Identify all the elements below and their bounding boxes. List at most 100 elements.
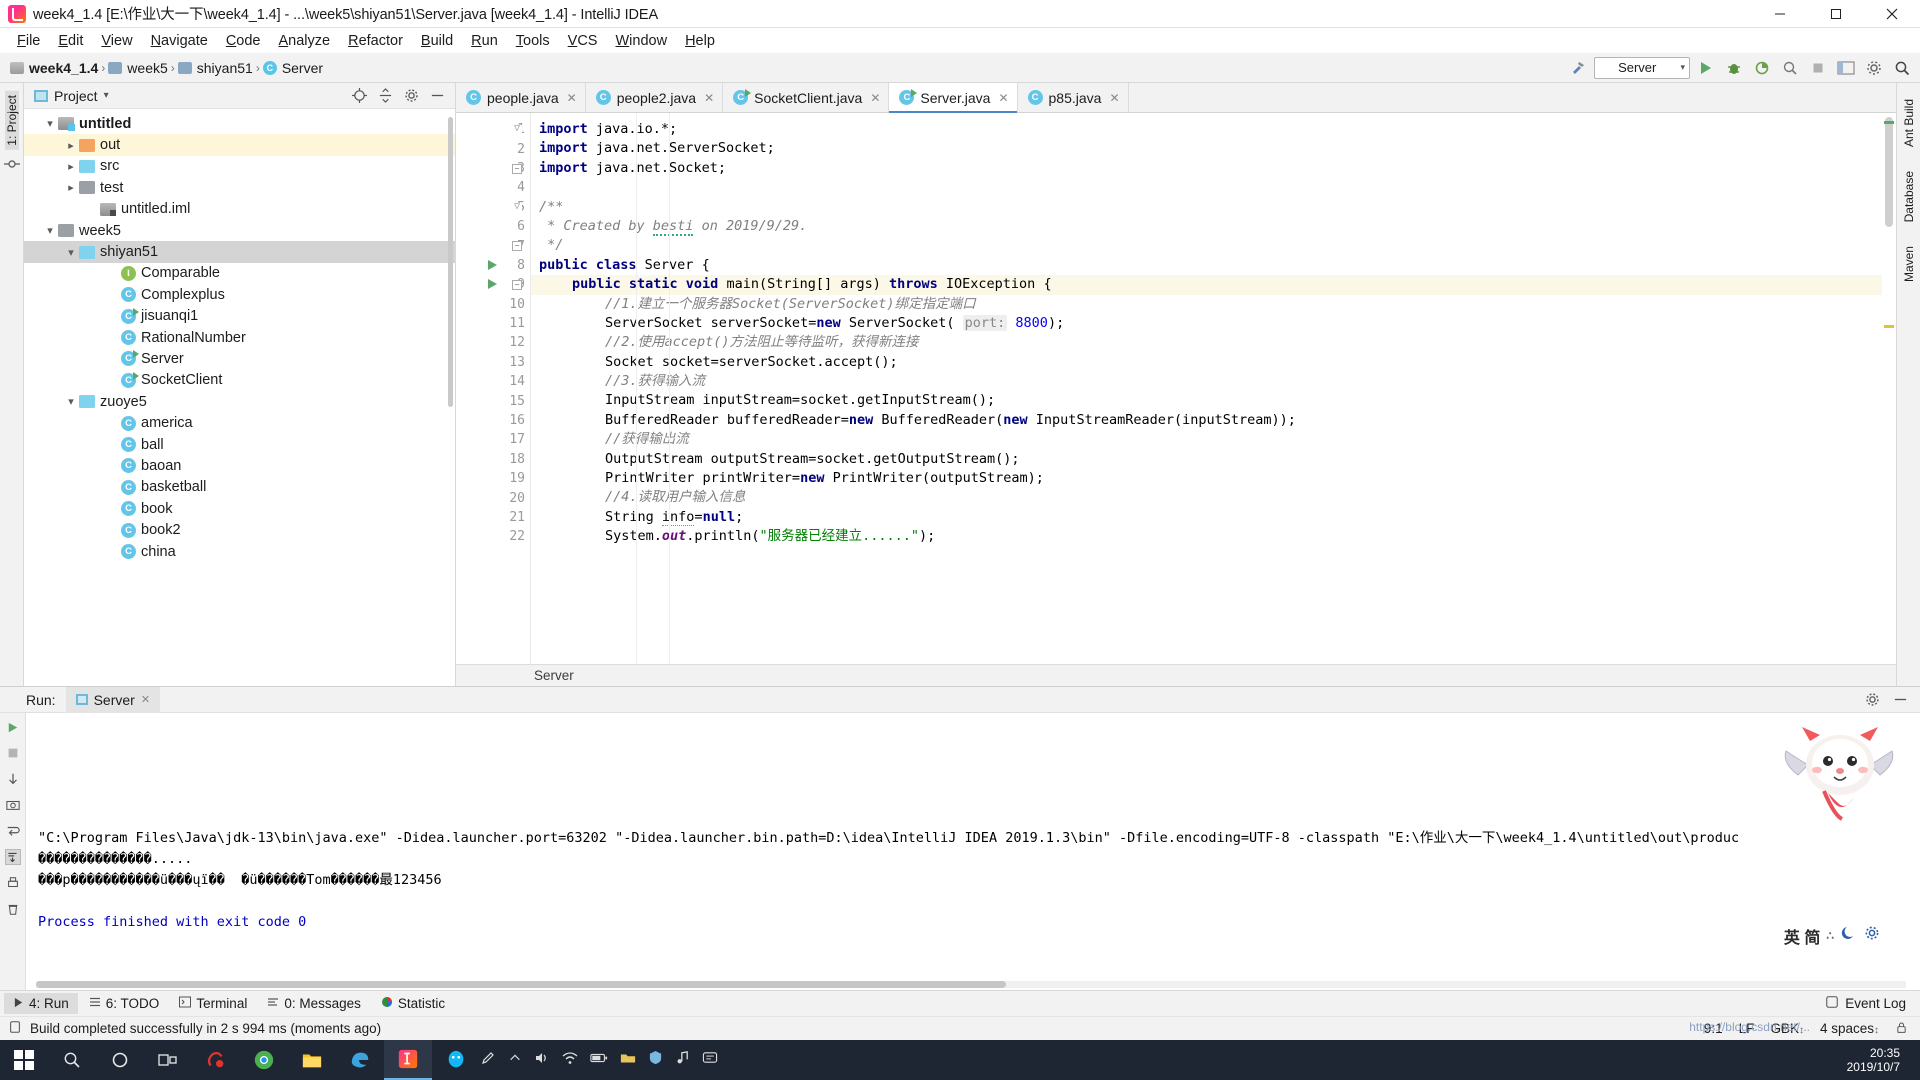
stop-button[interactable] [1806, 56, 1830, 80]
code-fold-icon[interactable]: − [512, 280, 522, 291]
code-line[interactable]: InputStream inputStream=socket.getInputS… [531, 391, 1896, 410]
search-icon[interactable] [48, 1040, 96, 1080]
tool-window-maven[interactable]: Maven [1902, 242, 1916, 286]
tree-node-untitled-iml[interactable]: untitled.iml [24, 199, 455, 220]
code-line[interactable]: //3.获得输入流 [531, 372, 1896, 391]
code-line[interactable] [531, 178, 1896, 197]
close-icon[interactable]: ✕ [870, 91, 880, 105]
editor-tab-server-java[interactable]: C Server.java ✕ [889, 83, 1018, 113]
menu-view[interactable]: View [92, 31, 141, 51]
tree-node-comparable[interactable]: I Comparable [24, 263, 455, 284]
close-icon[interactable]: ✕ [1109, 91, 1119, 105]
chevron-closed-icon[interactable] [63, 160, 79, 173]
tray-battery-icon[interactable] [590, 1051, 608, 1070]
menu-analyze[interactable]: Analyze [270, 31, 340, 51]
task-view-icon[interactable] [144, 1040, 192, 1080]
code-line[interactable]: System.out.println("服务器已经建立......"); [531, 527, 1896, 546]
gutter-line[interactable]: 19 [456, 469, 530, 488]
settings-gear-icon[interactable] [1864, 692, 1880, 708]
gutter-line[interactable]: 6 [456, 217, 530, 236]
tree-node-zuoye5[interactable]: zuoye5 [24, 391, 455, 412]
run-gutter-icon[interactable] [488, 279, 497, 290]
locate-icon[interactable] [351, 88, 367, 104]
rerun-icon[interactable] [5, 719, 21, 735]
gutter-line[interactable]: 17 [456, 430, 530, 449]
tree-node-test[interactable]: test [24, 177, 455, 198]
tray-shield-icon[interactable] [648, 1050, 663, 1070]
collapse-all-icon[interactable] [377, 88, 393, 104]
gutter-line[interactable]: 7− [456, 236, 530, 255]
gutter-line[interactable]: 2 [456, 139, 530, 158]
run-gutter-icon[interactable] [488, 259, 497, 270]
breadcrumb-week5[interactable]: week5 [108, 60, 168, 76]
maximize-button[interactable] [1808, 0, 1864, 27]
profile-button[interactable] [1778, 56, 1802, 80]
chevron-closed-icon[interactable] [63, 139, 79, 152]
project-tree[interactable]: untitled out src test untitled.imlweek5 shiya… [24, 109, 455, 686]
gutter-line[interactable]: 11 [456, 314, 530, 333]
tray-folder-icon[interactable] [620, 1051, 636, 1070]
gutter-line[interactable]: 4 [456, 178, 530, 197]
editor-tab-people-java[interactable]: Cpeople.java ✕ [456, 83, 586, 112]
close-icon[interactable]: ✕ [704, 91, 714, 105]
code-line[interactable]: public static void main(String[] args) t… [531, 275, 1896, 295]
taskbar-app-qq[interactable] [432, 1040, 480, 1080]
gutter-line[interactable]: 1 [456, 120, 530, 139]
code-fold-icon[interactable]: − [512, 163, 522, 174]
code-line[interactable]: Socket socket=serverSocket.accept(); [531, 353, 1896, 372]
menu-run[interactable]: Run [462, 31, 507, 51]
editor-gutter[interactable]: 123−4567−89−10111213141516171819202122 [456, 113, 530, 664]
tree-node-socketclient[interactable]: C SocketClient [24, 370, 455, 391]
tool-window-button-statistic[interactable]: Statistic [372, 993, 454, 1014]
gutter-line[interactable]: 10 [456, 295, 530, 314]
code-line[interactable]: OutputStream outputStream=socket.getOutp… [531, 450, 1896, 469]
camera-icon[interactable] [5, 797, 21, 813]
tree-node-out[interactable]: out [24, 134, 455, 156]
tree-node-server[interactable]: C Server [24, 348, 455, 369]
ime-gear-icon[interactable] [1864, 925, 1880, 946]
chevron-open-icon[interactable] [42, 224, 58, 237]
tray-volume-icon[interactable] [534, 1050, 550, 1071]
tool-window-project[interactable]: 1: Project [4, 91, 19, 150]
gutter-line[interactable]: 9− [456, 275, 530, 294]
editor-tab-socketclient-java[interactable]: C SocketClient.java ✕ [723, 83, 890, 112]
code-line[interactable]: /** [531, 198, 1896, 217]
project-tree-scrollbar[interactable] [448, 117, 453, 407]
layout-toggle-icon[interactable] [1834, 56, 1858, 80]
code-line[interactable]: * Created by besti on 2019/9/29. [531, 217, 1896, 236]
chevron-open-icon[interactable] [63, 246, 79, 259]
tree-node-src[interactable]: src [24, 156, 455, 177]
tree-node-jisuanqi1[interactable]: Cjisuanqi1 [24, 306, 455, 327]
close-icon[interactable]: ✕ [998, 91, 1008, 105]
menu-tools[interactable]: Tools [507, 31, 559, 51]
console-output[interactable]: "C:\Program Files\Java\jdk-13\bin\java.e… [26, 713, 1920, 990]
tool-window-button-0--messages[interactable]: 0: Messages [258, 993, 370, 1014]
show-desktop-button[interactable] [1910, 1040, 1920, 1080]
gutter-line[interactable]: 20 [456, 488, 530, 507]
taskbar-app-explorer[interactable] [288, 1040, 336, 1080]
tree-node-complexplus[interactable]: C Complexplus [24, 284, 455, 305]
close-icon[interactable]: ✕ [141, 693, 150, 706]
tool-window-button-terminal[interactable]: Terminal [170, 993, 256, 1014]
editor-vertical-scrollbar[interactable] [1882, 113, 1896, 664]
print-icon[interactable] [5, 875, 21, 891]
gutter-line[interactable]: 21 [456, 508, 530, 527]
hide-panel-icon[interactable] [429, 88, 445, 104]
tree-node-week5[interactable]: week5 [24, 220, 455, 241]
code-line[interactable]: String info=null; [531, 508, 1896, 527]
tool-window-database[interactable]: Database [1902, 167, 1916, 226]
run-configuration-selector[interactable]: Server ▾ [1594, 56, 1690, 79]
menu-vcs[interactable]: VCS [559, 31, 607, 51]
chevron-open-icon[interactable] [63, 395, 79, 408]
gutter-line[interactable]: 3− [456, 159, 530, 178]
code-fold-icon[interactable] [512, 125, 522, 135]
tool-window-button-6--todo[interactable]: 6: TODO [80, 993, 169, 1014]
gutter-line[interactable]: 5 [456, 198, 530, 217]
breadcrumb-server[interactable]: C Server [262, 60, 323, 76]
tree-node-book[interactable]: Cbook [24, 498, 455, 519]
taskbar-app-intellij[interactable] [384, 1040, 432, 1080]
build-hammer-icon[interactable] [1566, 56, 1590, 80]
editor-tab-p85-java[interactable]: Cp85.java ✕ [1017, 83, 1129, 112]
tool-window-button-4--run[interactable]: 4: Run [4, 993, 78, 1014]
start-button[interactable] [0, 1040, 48, 1080]
